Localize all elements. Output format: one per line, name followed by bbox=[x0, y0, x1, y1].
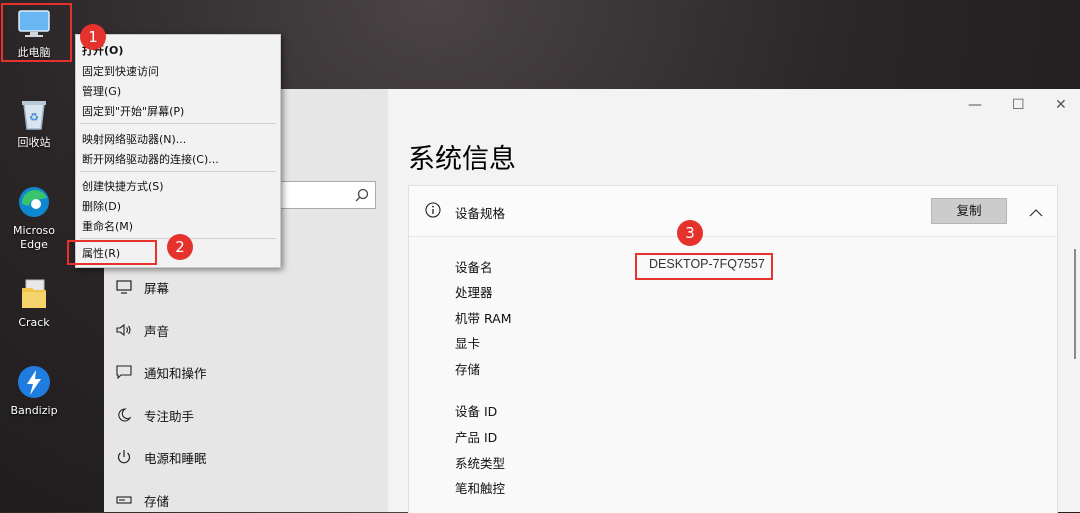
desktop-icon-recycle-bin[interactable]: ♻ 回收站 bbox=[2, 96, 66, 150]
spec-label: 显卡 bbox=[455, 336, 481, 351]
highlight-device-name bbox=[635, 253, 773, 280]
edge-icon bbox=[16, 184, 52, 220]
info-icon bbox=[425, 202, 441, 222]
desktop-icon-label: Microso Edge bbox=[12, 224, 56, 251]
menu-divider bbox=[80, 123, 276, 124]
sidebar-item-notifications[interactable]: 通知和操作 bbox=[116, 360, 207, 384]
menu-divider bbox=[80, 171, 276, 172]
menu-item-pin-quick-access[interactable]: 固定到快速访问 bbox=[82, 63, 159, 79]
minimize-button[interactable]: — bbox=[968, 97, 982, 113]
sidebar-item-label: 电源和睡眠 bbox=[144, 450, 207, 466]
spec-label: 存储 bbox=[455, 362, 481, 377]
chevron-up-icon[interactable] bbox=[1029, 203, 1043, 222]
menu-item-rename[interactable]: 重命名(M) bbox=[82, 218, 133, 234]
sidebar-item-power-sleep[interactable]: 电源和睡眠 bbox=[116, 445, 207, 469]
spec-label: 系统类型 bbox=[455, 456, 506, 471]
step-marker-3: 3 bbox=[677, 220, 703, 246]
section-title: 设备规格 bbox=[455, 206, 506, 221]
folder-icon bbox=[16, 276, 52, 312]
power-icon bbox=[116, 449, 132, 465]
recycle-bin-icon: ♻ bbox=[16, 96, 52, 132]
spec-label: 设备名 bbox=[455, 260, 493, 275]
svg-text:♻: ♻ bbox=[29, 111, 39, 124]
page-title: 系统信息 bbox=[408, 144, 516, 175]
maximize-button[interactable]: ☐ bbox=[1012, 97, 1025, 113]
device-specs-card: 设备规格 复制 设备名 DESKTOP-7FQ7557 处理器 机带 RAM 显… bbox=[408, 185, 1058, 513]
sidebar-item-storage[interactable]: 存储 bbox=[116, 488, 169, 512]
sidebar-item-label: 通知和操作 bbox=[144, 365, 207, 381]
sidebar-item-label: 屏幕 bbox=[144, 280, 170, 296]
spec-label: 产品 ID bbox=[455, 430, 498, 445]
menu-item-create-shortcut[interactable]: 创建快捷方式(S) bbox=[82, 178, 164, 194]
spec-label: 机带 RAM bbox=[455, 311, 512, 326]
moon-icon bbox=[116, 407, 132, 423]
desktop-icon-label: 回收站 bbox=[17, 136, 51, 149]
spec-label: 处理器 bbox=[455, 285, 493, 300]
search-icon bbox=[355, 187, 369, 206]
menu-item-disconnect-drive[interactable]: 断开网络驱动器的连接(C)... bbox=[82, 151, 219, 167]
close-button[interactable]: ✕ bbox=[1055, 97, 1067, 113]
desktop-icon-bandizip[interactable]: Bandizip bbox=[2, 364, 66, 418]
highlight-properties bbox=[67, 240, 157, 265]
scrollbar[interactable] bbox=[1074, 249, 1076, 359]
menu-item-pin-start[interactable]: 固定到"开始"屏幕(P) bbox=[82, 103, 184, 119]
sidebar-item-label: 存储 bbox=[144, 493, 170, 509]
highlight-this-pc bbox=[1, 3, 72, 62]
step-marker-1: 1 bbox=[80, 24, 106, 50]
desktop-icon-crack[interactable]: Crack bbox=[2, 276, 66, 330]
menu-item-manage[interactable]: 管理(G) bbox=[82, 83, 121, 99]
step-marker-2: 2 bbox=[167, 234, 193, 260]
bandizip-icon bbox=[16, 364, 52, 400]
monitor-icon bbox=[116, 279, 132, 295]
spec-label: 设备 ID bbox=[455, 404, 498, 419]
speaker-icon bbox=[116, 322, 132, 338]
copy-button[interactable]: 复制 bbox=[931, 198, 1007, 224]
sidebar-item-label: 声音 bbox=[144, 323, 170, 339]
desktop-icon-label: Bandizip bbox=[10, 404, 58, 417]
device-specs-header[interactable]: 设备规格 复制 bbox=[409, 186, 1057, 237]
sidebar-item-label: 专注助手 bbox=[144, 408, 195, 424]
spec-label: 笔和触控 bbox=[455, 481, 506, 496]
copy-button-label: 复制 bbox=[956, 203, 982, 218]
settings-main-panel: — ☐ ✕ 系统信息 设备规格 复制 设备名 DESKTOP-7FQ7557 处… bbox=[388, 89, 1080, 513]
sidebar-item-display[interactable]: 屏幕 bbox=[116, 275, 169, 299]
notification-icon bbox=[116, 364, 132, 380]
menu-item-delete[interactable]: 删除(D) bbox=[82, 198, 121, 214]
desktop-icon-edge[interactable]: Microso Edge bbox=[2, 184, 66, 252]
storage-icon bbox=[116, 492, 132, 508]
context-menu: 打开(O) 固定到快速访问 管理(G) 固定到"开始"屏幕(P) 映射网络驱动器… bbox=[75, 34, 281, 268]
desktop-icon-label: Crack bbox=[18, 316, 50, 329]
sidebar-item-sound[interactable]: 声音 bbox=[116, 318, 169, 342]
menu-item-map-drive[interactable]: 映射网络驱动器(N)... bbox=[82, 131, 186, 147]
sidebar-item-focus-assist[interactable]: 专注助手 bbox=[116, 403, 194, 427]
